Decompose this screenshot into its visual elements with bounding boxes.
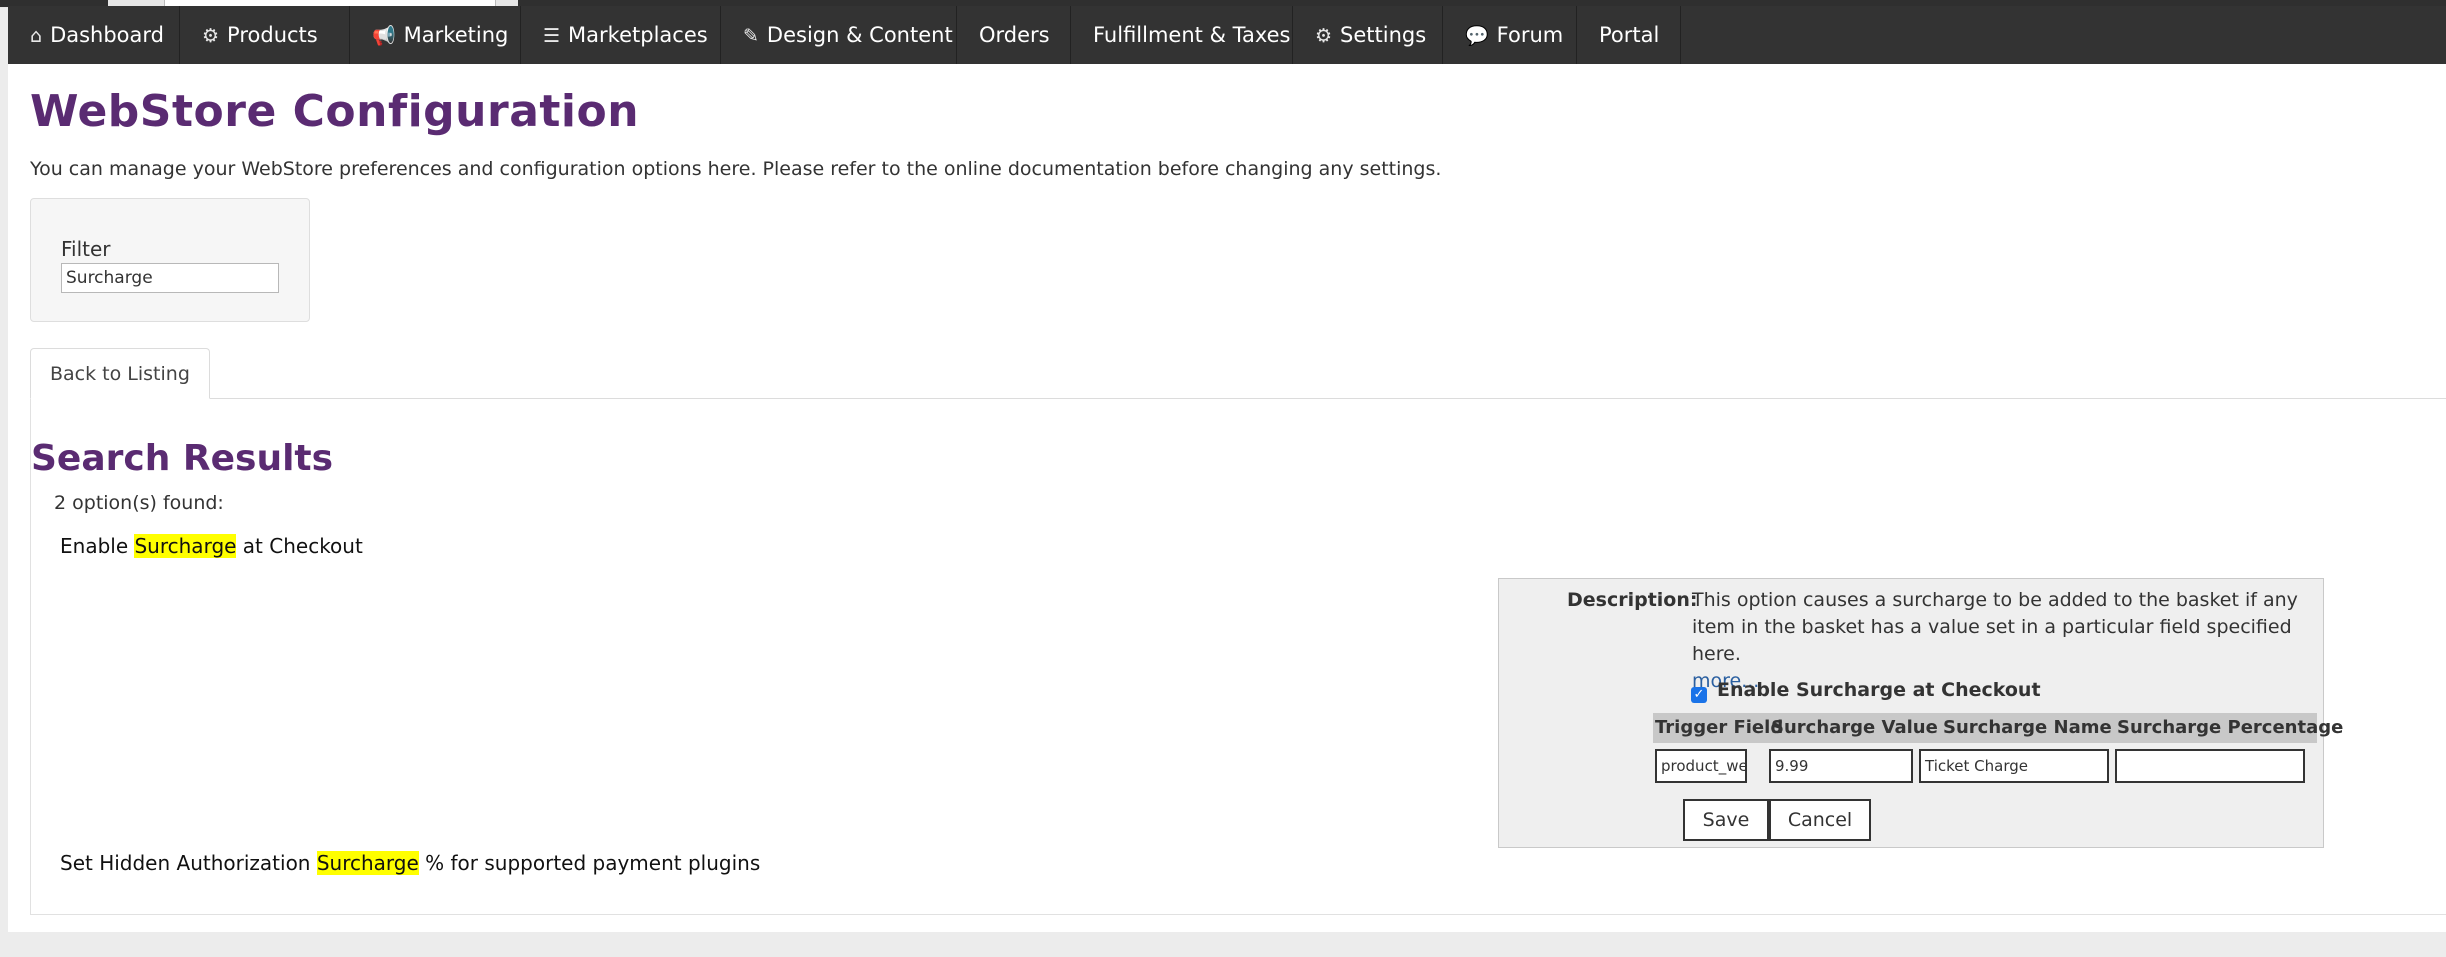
column-header-surcharge-value: Surcharge Value [1771, 717, 1938, 738]
option-editor-panel: Description: This option causes a surcha… [1498, 578, 2343, 848]
nav-label: Portal [1599, 23, 1660, 47]
nav-label: Dashboard [50, 23, 164, 47]
nav-label: Marketplaces [568, 23, 708, 47]
surcharge-value-input[interactable]: 9.99 [1769, 749, 1913, 783]
tab-back-to-listing[interactable]: Back to Listing [30, 348, 210, 399]
home-icon: ⌂ [30, 25, 43, 47]
bullhorn-icon: 📢 [372, 25, 396, 47]
option-text: % for supported payment plugins [418, 851, 761, 875]
column-header-surcharge-name: Surcharge Name [1943, 717, 2112, 738]
nav-item-products[interactable]: ⚙ Products [180, 6, 350, 64]
option-text: at Checkout [236, 534, 363, 558]
search-highlight: Surcharge [316, 851, 419, 875]
option-enable-surcharge[interactable]: Enable Surcharge at Checkout [60, 534, 363, 558]
results-count: 2 option(s) found: [54, 492, 224, 514]
cancel-button[interactable]: Cancel [1769, 799, 1871, 841]
search-results-title: Search Results [31, 438, 334, 479]
option-text: Enable [60, 534, 135, 558]
surcharge-name-input[interactable]: Ticket Charge [1919, 749, 2109, 783]
nav-item-dashboard[interactable]: ⌂ Dashboard [8, 6, 180, 64]
description-body: This option causes a surcharge to be add… [1692, 589, 2298, 665]
search-highlight: Surcharge [134, 534, 237, 558]
nav-label: Fulfillment & Taxes [1093, 23, 1291, 47]
nav-label: Design & Content [766, 23, 953, 47]
gear-icon: ⚙ [1315, 25, 1333, 47]
list-icon: ☰ [543, 25, 561, 47]
nav-label: Marketing [403, 23, 509, 47]
filter-input[interactable] [61, 263, 279, 293]
enable-surcharge-checkbox-row[interactable]: ✓ Enable Surcharge at Checkout [1691, 679, 2041, 703]
surcharge-percentage-input[interactable] [2115, 749, 2305, 783]
checkbox-label: Enable Surcharge at Checkout [1717, 679, 2041, 701]
nav-label: Settings [1340, 23, 1427, 47]
description-label: Description: [1567, 589, 1698, 611]
column-header-trigger-field: Trigger Field [1655, 717, 1784, 738]
surcharge-grid-header: Trigger Field Surcharge Value Surcharge … [1653, 713, 2343, 743]
filter-panel: Filter [30, 198, 310, 322]
comment-icon: 💬 [1465, 25, 1489, 47]
nav-item-settings[interactable]: ⚙ Settings [1293, 6, 1443, 64]
save-button[interactable]: Save [1683, 799, 1769, 841]
nav-item-marketing[interactable]: 📢 Marketing [350, 6, 521, 64]
nav-item-fulfillment-taxes[interactable]: Fulfillment & Taxes [1071, 6, 1293, 64]
option-text: Set Hidden Authorization [60, 851, 317, 875]
filter-label: Filter [61, 237, 111, 261]
column-header-surcharge-percentage: Surcharge Percentage [2117, 717, 2344, 738]
page-intro: You can manage your WebStore preferences… [30, 158, 1442, 180]
nav-item-marketplaces[interactable]: ☰ Marketplaces [521, 6, 721, 64]
cubes-icon: ⚙ [202, 25, 220, 47]
nav-item-orders[interactable]: Orders [957, 6, 1071, 64]
nav-label: Forum [1496, 23, 1564, 47]
nav-label: Orders [979, 23, 1050, 47]
nav-item-design-content[interactable]: ✎ Design & Content [721, 6, 957, 64]
page-title: WebStore Configuration [30, 86, 640, 137]
nav-item-portal[interactable]: Portal [1577, 6, 1681, 64]
nav-label: Products [227, 23, 318, 47]
nav-item-forum[interactable]: 💬 Forum [1443, 6, 1577, 64]
main-navbar: ⌂ Dashboard ⚙ Products 📢 Marketing ☰ Marketp… [8, 6, 2446, 64]
trigger-field-input[interactable]: product_wei [1655, 749, 1747, 783]
brush-icon: ✎ [743, 25, 759, 47]
option-hidden-authorization-surcharge[interactable]: Set Hidden Authorization Surcharge % for… [60, 851, 760, 875]
checkbox-checked-icon[interactable]: ✓ [1691, 687, 1707, 703]
page: ⌂ Dashboard ⚙ Products 📢 Marketing ☰ Marketp… [8, 6, 2446, 932]
